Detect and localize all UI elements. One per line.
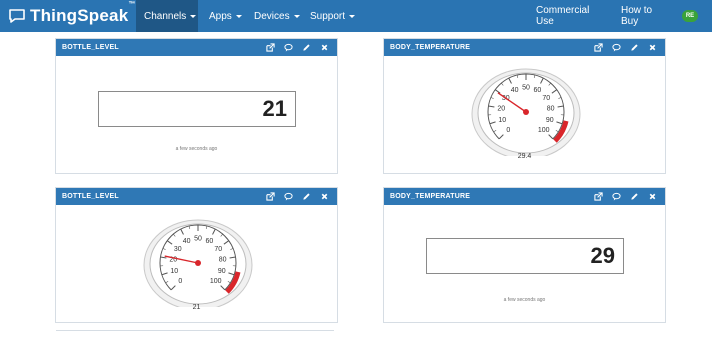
gauge-tick-label: 0 (178, 278, 182, 285)
brand-logo[interactable]: ThingSpeak™ (8, 5, 136, 27)
external-link-icon[interactable] (594, 192, 603, 201)
gauge-tick-label: 90 (546, 117, 554, 124)
widget-title: BOTTLE_LEVEL (62, 193, 119, 200)
pencil-icon[interactable] (630, 192, 639, 201)
gauge-tick-label: 70 (214, 246, 222, 253)
widget-body: 29 a few seconds ago (384, 205, 665, 322)
gauge-value: 29.4 (384, 153, 665, 160)
external-link-icon[interactable] (266, 43, 275, 52)
widget-header: BODY_TEMPERATURE (384, 188, 665, 205)
numeric-display: 21 (98, 91, 296, 127)
chat-bubble-icon (8, 8, 26, 24)
widget-body-temperature-gauge: BODY_TEMPERATURE 0102030405060708090100 … (383, 38, 666, 174)
widget-body: 0102030405060708090100 29.4 (384, 56, 665, 173)
widget-body: 0102030405060708090100 21 (56, 205, 337, 322)
pencil-icon[interactable] (630, 43, 639, 52)
comment-icon[interactable] (284, 192, 293, 201)
comment-icon[interactable] (284, 43, 293, 52)
external-link-icon[interactable] (594, 43, 603, 52)
widget-tools (594, 39, 657, 56)
gauge-tick-label: 40 (183, 238, 191, 245)
gauge-tick-label: 10 (170, 268, 178, 275)
nav-channels[interactable]: Channels (136, 0, 198, 32)
numeric-value: 21 (263, 96, 287, 122)
widget-header: BODY_TEMPERATURE (384, 39, 665, 56)
nav-support[interactable]: Support (302, 0, 358, 32)
gauge-dial: 0102030405060708090100 (470, 64, 582, 156)
gauge-tick-label: 60 (533, 87, 541, 94)
widget-bottle-level-gauge: BOTTLE_LEVEL 0102030405060708090100 21 (55, 187, 338, 323)
gauge-tick-label: 50 (194, 236, 202, 243)
pencil-icon[interactable] (302, 192, 311, 201)
gauge-tick-label: 10 (498, 117, 506, 124)
close-icon[interactable] (320, 43, 329, 52)
caret-down-icon (294, 15, 300, 18)
caret-down-icon (236, 15, 242, 18)
gauge-tick-label: 70 (542, 95, 550, 102)
widget-title: BOTTLE_LEVEL (62, 44, 119, 51)
gauge-tick-label: 90 (218, 268, 226, 275)
gauge-needle-hub (523, 109, 529, 115)
widget-header: BOTTLE_LEVEL (56, 39, 337, 56)
widget-body-temperature-numeric: BODY_TEMPERATURE 29 a few seconds ago (383, 187, 666, 323)
gauge-tick-label: 40 (511, 87, 519, 94)
top-navbar: ThingSpeak™ Channels Apps Devices Suppor… (0, 0, 712, 32)
widget-tools (266, 188, 329, 205)
gauge-tick-label: 50 (522, 85, 530, 92)
numeric-display: 29 (426, 238, 624, 274)
widget-tools (594, 188, 657, 205)
widget-bottle-level-numeric: BOTTLE_LEVEL 21 a few seconds ago (55, 38, 338, 174)
numeric-value: 29 (591, 243, 615, 269)
comment-icon[interactable] (612, 192, 621, 201)
gauge-tick-label: 60 (205, 238, 213, 245)
comment-icon[interactable] (612, 43, 621, 52)
brand-name: ThingSpeak™ (30, 6, 136, 26)
gauge-tick-label: 80 (219, 257, 227, 264)
gauge-tick-label: 80 (547, 106, 555, 113)
user-avatar[interactable]: RE (682, 10, 698, 22)
pencil-icon[interactable] (302, 43, 311, 52)
gauge-tick-label: 0 (506, 127, 510, 134)
widget-tools (266, 39, 329, 56)
caret-down-icon (349, 15, 355, 18)
close-icon[interactable] (648, 192, 657, 201)
close-icon[interactable] (320, 192, 329, 201)
widget-body: 21 a few seconds ago (56, 56, 337, 173)
last-update-time: a few seconds ago (384, 297, 665, 303)
gauge-needle-hub (195, 260, 201, 266)
nav-commercial-use[interactable]: Commercial Use (528, 0, 612, 32)
external-link-icon[interactable] (266, 192, 275, 201)
nav-devices[interactable]: Devices (246, 0, 302, 32)
gauge-tick-label: 20 (497, 106, 505, 113)
last-update-time: a few seconds ago (56, 146, 337, 152)
nav-how-to-buy[interactable]: How to Buy (613, 0, 677, 32)
close-icon[interactable] (648, 43, 657, 52)
gauge-tick-label: 100 (210, 278, 222, 285)
gauge-value: 21 (56, 304, 337, 311)
widget-title: BODY_TEMPERATURE (390, 193, 470, 200)
nav-apps[interactable]: Apps (201, 0, 245, 32)
gauge-tick-label: 100 (538, 127, 550, 134)
gauge-tick-label: 30 (174, 246, 182, 253)
gauge-dial: 0102030405060708090100 (142, 215, 254, 307)
widget-title: BODY_TEMPERATURE (390, 44, 470, 51)
caret-down-icon (190, 15, 196, 18)
widget-header: BOTTLE_LEVEL (56, 188, 337, 205)
